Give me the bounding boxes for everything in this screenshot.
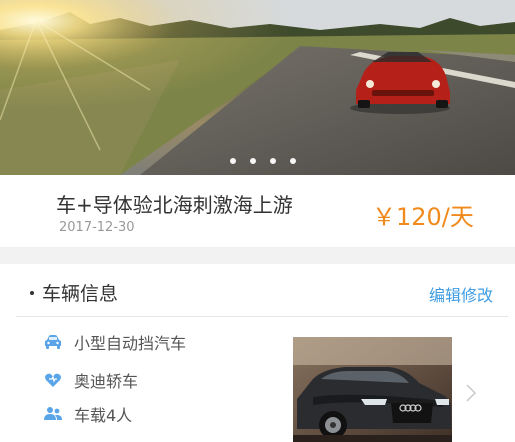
vehicle-photo[interactable] xyxy=(293,337,452,442)
pager-dot[interactable] xyxy=(270,158,276,164)
pager-dot[interactable] xyxy=(250,158,256,164)
banner-carousel[interactable] xyxy=(0,0,515,175)
section-title: 车辆信息 xyxy=(42,283,119,305)
car-icon xyxy=(44,333,62,351)
vehicle-type-row: 小型自动挡汽车 xyxy=(44,330,186,354)
vehicle-brand-row: 奥迪轿车 xyxy=(44,368,138,392)
vehicle-brand-label: 奥迪轿车 xyxy=(74,372,139,391)
vehicle-seats-row: 车载4人 xyxy=(44,402,132,426)
product-info: 车+导体验北海刺激海上游 2017-12-30 ￥120/天 xyxy=(0,175,515,247)
vehicle-info-section: 车辆信息 编辑修改 小型自动挡汽车 奥迪轿车 车载4人 xyxy=(0,264,515,442)
product-title: 车+导体验北海刺激海上游 xyxy=(56,193,293,217)
product-price: ￥120/天 xyxy=(372,203,474,231)
product-date: 2017-12-30 xyxy=(59,220,135,235)
carousel-pager[interactable] xyxy=(230,158,296,164)
people-icon xyxy=(44,405,62,423)
pager-dot[interactable] xyxy=(230,158,236,164)
bullet-dot xyxy=(30,291,34,295)
heart-icon xyxy=(44,371,62,389)
edit-button[interactable]: 编辑修改 xyxy=(429,282,493,306)
banner-photo xyxy=(0,0,515,175)
vehicle-seats-label: 车载4人 xyxy=(74,406,133,425)
divider xyxy=(16,316,508,317)
chevron-right-icon[interactable] xyxy=(466,384,477,406)
vehicle-type-label: 小型自动挡汽车 xyxy=(74,334,187,353)
pager-dot[interactable] xyxy=(290,158,296,164)
